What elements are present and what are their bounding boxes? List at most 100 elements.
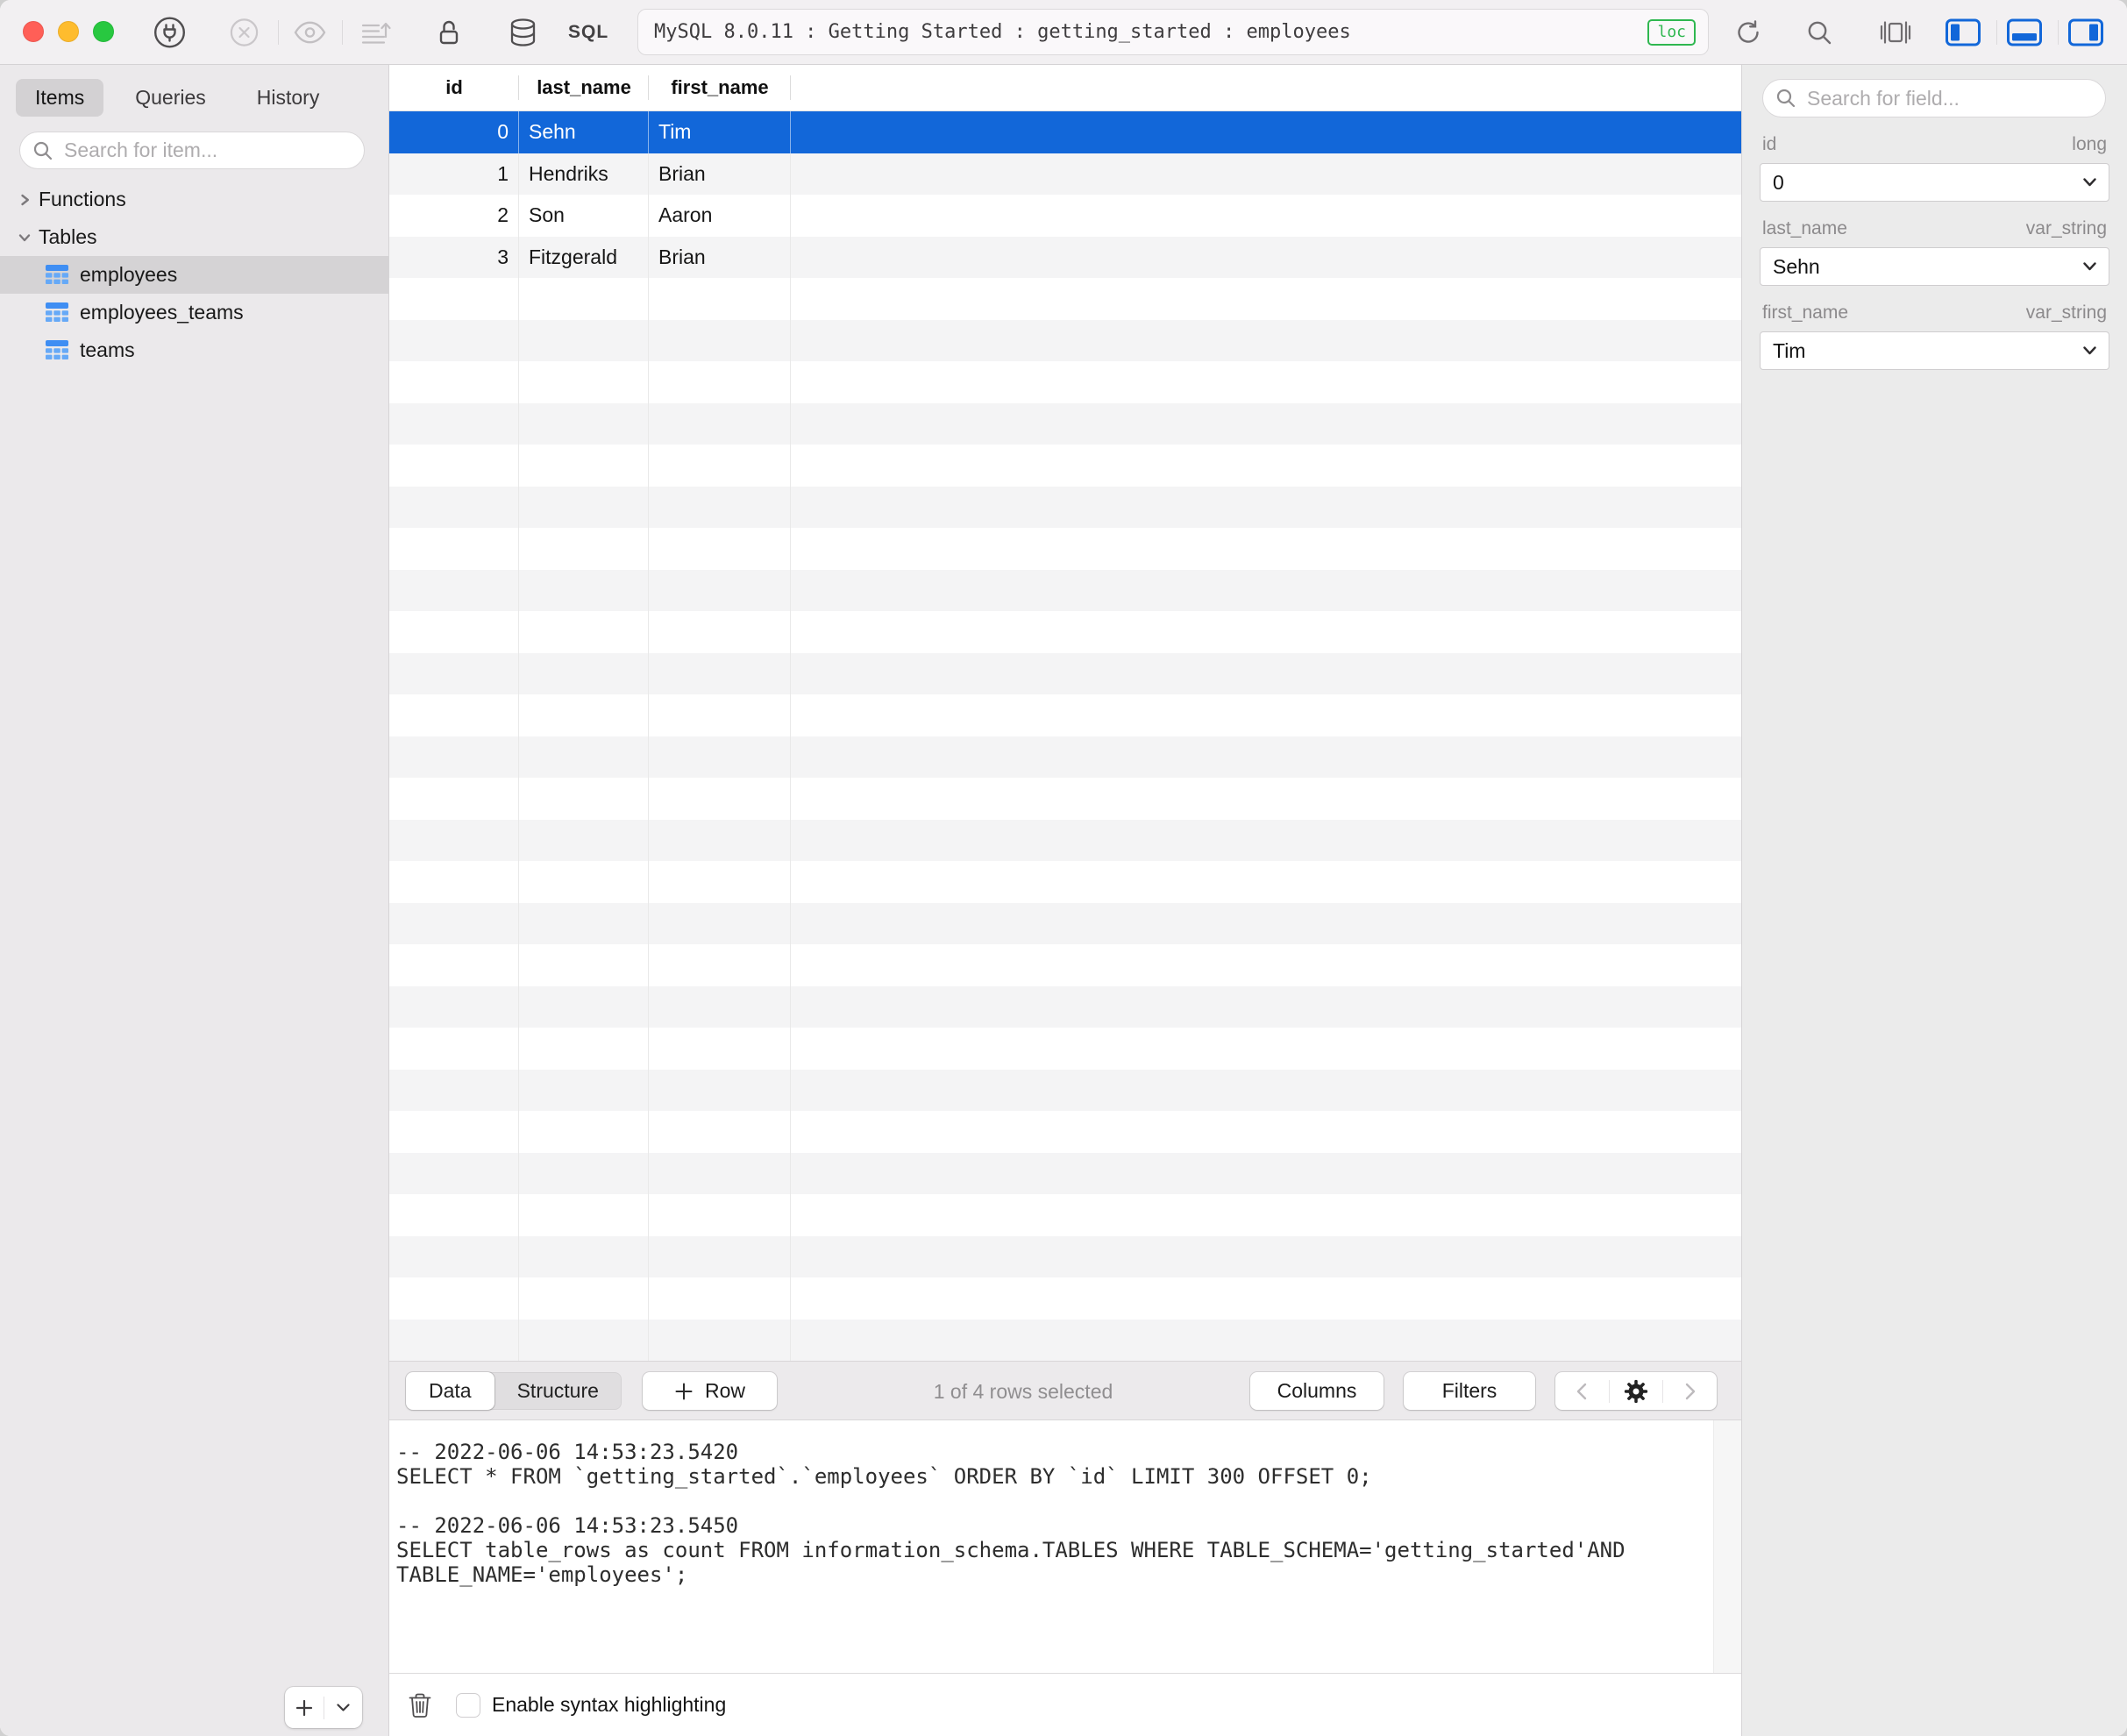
- sidebar-tab-history[interactable]: History: [238, 79, 339, 117]
- connect-icon[interactable]: [153, 17, 186, 49]
- sidebar-item-tables[interactable]: Tables: [0, 218, 388, 256]
- table-cell-empty: [389, 652, 519, 694]
- table-empty-row[interactable]: [389, 736, 1741, 778]
- sql-scrollbar-track[interactable]: [1713, 1420, 1741, 1673]
- sidebar-search-field[interactable]: [19, 132, 365, 169]
- table-empty-row[interactable]: [389, 1028, 1741, 1070]
- table-cell-last-name[interactable]: Son: [519, 195, 649, 237]
- sidebar-tab-items[interactable]: Items: [16, 79, 104, 117]
- connection-title-field[interactable]: MySQL 8.0.11 : Getting Started : getting…: [637, 9, 1709, 55]
- chevron-down-icon[interactable]: [324, 1687, 363, 1728]
- table-empty-row[interactable]: [389, 528, 1741, 570]
- database-icon[interactable]: [509, 18, 537, 47]
- table-empty-row[interactable]: [389, 319, 1741, 361]
- table-row[interactable]: 0 Sehn Tim: [389, 111, 1741, 153]
- table-empty-row[interactable]: [389, 1111, 1741, 1153]
- refresh-icon[interactable]: [1734, 18, 1762, 46]
- table-cell-id[interactable]: 0: [389, 111, 519, 153]
- sidebar-tab-queries[interactable]: Queries: [116, 79, 225, 117]
- table-empty-row[interactable]: [389, 361, 1741, 403]
- zoom-window-button[interactable]: [93, 21, 114, 42]
- previous-page-button[interactable]: [1555, 1372, 1609, 1410]
- table-empty-row[interactable]: [389, 1069, 1741, 1111]
- table-cell-last-name[interactable]: Sehn: [519, 111, 649, 153]
- sidebar-search-input[interactable]: [62, 138, 352, 163]
- table-empty-row[interactable]: [389, 861, 1741, 903]
- table-cell-last-name[interactable]: Hendriks: [519, 153, 649, 195]
- tab-structure[interactable]: Structure: [494, 1372, 622, 1410]
- sql-editor-icon[interactable]: SQL: [568, 22, 608, 43]
- table-row[interactable]: 2 Son Aaron: [389, 195, 1741, 237]
- toggle-bottom-panel-icon[interactable]: [2007, 18, 2042, 46]
- table-row[interactable]: 1 Hendriks Brian: [389, 153, 1741, 195]
- columns-button[interactable]: Columns: [1250, 1372, 1384, 1410]
- sidebar-item-employees-teams[interactable]: employees_teams: [0, 294, 388, 331]
- add-item-button[interactable]: [285, 1687, 362, 1728]
- field-search-input[interactable]: [1805, 85, 2093, 111]
- table-empty-row[interactable]: [389, 569, 1741, 611]
- table-cell-first-name[interactable]: Brian: [649, 236, 791, 278]
- trash-icon[interactable]: [408, 1692, 432, 1718]
- table-empty-row[interactable]: [389, 402, 1741, 445]
- table-empty-row[interactable]: [389, 1194, 1741, 1236]
- minimize-window-button[interactable]: [58, 21, 79, 42]
- plus-icon[interactable]: [285, 1687, 324, 1728]
- syntax-highlighting-checkbox[interactable]: [456, 1692, 480, 1718]
- table-empty-row[interactable]: [389, 902, 1741, 944]
- unlock-icon[interactable]: [436, 18, 462, 46]
- chevron-down-icon[interactable]: [14, 231, 35, 244]
- preview-eye-icon[interactable]: [294, 21, 326, 45]
- field-value: Sehn: [1773, 254, 1820, 278]
- table-empty-row[interactable]: [389, 1277, 1741, 1320]
- sidebar-item-employees[interactable]: employees: [0, 256, 388, 294]
- column-header-last-name[interactable]: last_name: [519, 65, 649, 110]
- table-empty-row[interactable]: [389, 1152, 1741, 1194]
- table-empty-row[interactable]: [389, 611, 1741, 653]
- close-window-button[interactable]: [23, 21, 44, 42]
- next-page-button[interactable]: [1663, 1372, 1717, 1410]
- field-value-dropdown[interactable]: Sehn: [1760, 247, 2109, 286]
- viewport-icon[interactable]: [1880, 19, 1911, 46]
- table-cell-empty: [519, 819, 649, 861]
- table-row[interactable]: 3 Fitzgerald Brian: [389, 236, 1741, 278]
- table-empty-row[interactable]: [389, 445, 1741, 487]
- field-value-dropdown[interactable]: Tim: [1760, 331, 2109, 370]
- table-cell-id[interactable]: 2: [389, 195, 519, 237]
- syntax-highlighting-label: Enable syntax highlighting: [492, 1693, 727, 1716]
- table-cell-empty: [519, 1111, 649, 1153]
- filters-button[interactable]: Filters: [1404, 1372, 1535, 1410]
- table-empty-row[interactable]: [389, 1235, 1741, 1277]
- table-empty-row[interactable]: [389, 652, 1741, 694]
- table-empty-row[interactable]: [389, 985, 1741, 1028]
- column-header-first-name[interactable]: first_name: [649, 65, 791, 110]
- table-cell-empty: [389, 1069, 519, 1111]
- table-cell-last-name[interactable]: Fitzgerald: [519, 236, 649, 278]
- tab-data[interactable]: Data: [406, 1372, 494, 1410]
- table-empty-row[interactable]: [389, 278, 1741, 320]
- disconnect-icon[interactable]: [230, 18, 259, 47]
- table-empty-row[interactable]: [389, 778, 1741, 820]
- table-cell-empty: [519, 1028, 649, 1070]
- table-empty-row[interactable]: [389, 944, 1741, 986]
- table-cell-first-name[interactable]: Brian: [649, 153, 791, 195]
- table-empty-row[interactable]: [389, 1319, 1741, 1361]
- table-empty-row[interactable]: [389, 819, 1741, 861]
- search-icon[interactable]: [1806, 19, 1832, 46]
- add-row-button[interactable]: Row: [643, 1372, 777, 1410]
- export-rows-icon[interactable]: [360, 18, 392, 46]
- table-cell-id[interactable]: 1: [389, 153, 519, 195]
- table-empty-row[interactable]: [389, 486, 1741, 528]
- table-cell-first-name[interactable]: Tim: [649, 111, 791, 153]
- field-search-field[interactable]: [1762, 79, 2106, 117]
- field-value-dropdown[interactable]: 0: [1760, 163, 2109, 202]
- page-settings-button[interactable]: [1610, 1372, 1663, 1410]
- column-header-id[interactable]: id: [389, 65, 519, 110]
- toggle-left-panel-icon[interactable]: [1946, 18, 1981, 46]
- chevron-right-icon[interactable]: [14, 192, 35, 208]
- table-cell-id[interactable]: 3: [389, 236, 519, 278]
- table-cell-first-name[interactable]: Aaron: [649, 195, 791, 237]
- table-empty-row[interactable]: [389, 694, 1741, 736]
- sidebar-item-teams[interactable]: teams: [0, 331, 388, 369]
- sidebar-item-functions[interactable]: Functions: [0, 181, 388, 218]
- toggle-right-panel-icon[interactable]: [2068, 18, 2103, 46]
